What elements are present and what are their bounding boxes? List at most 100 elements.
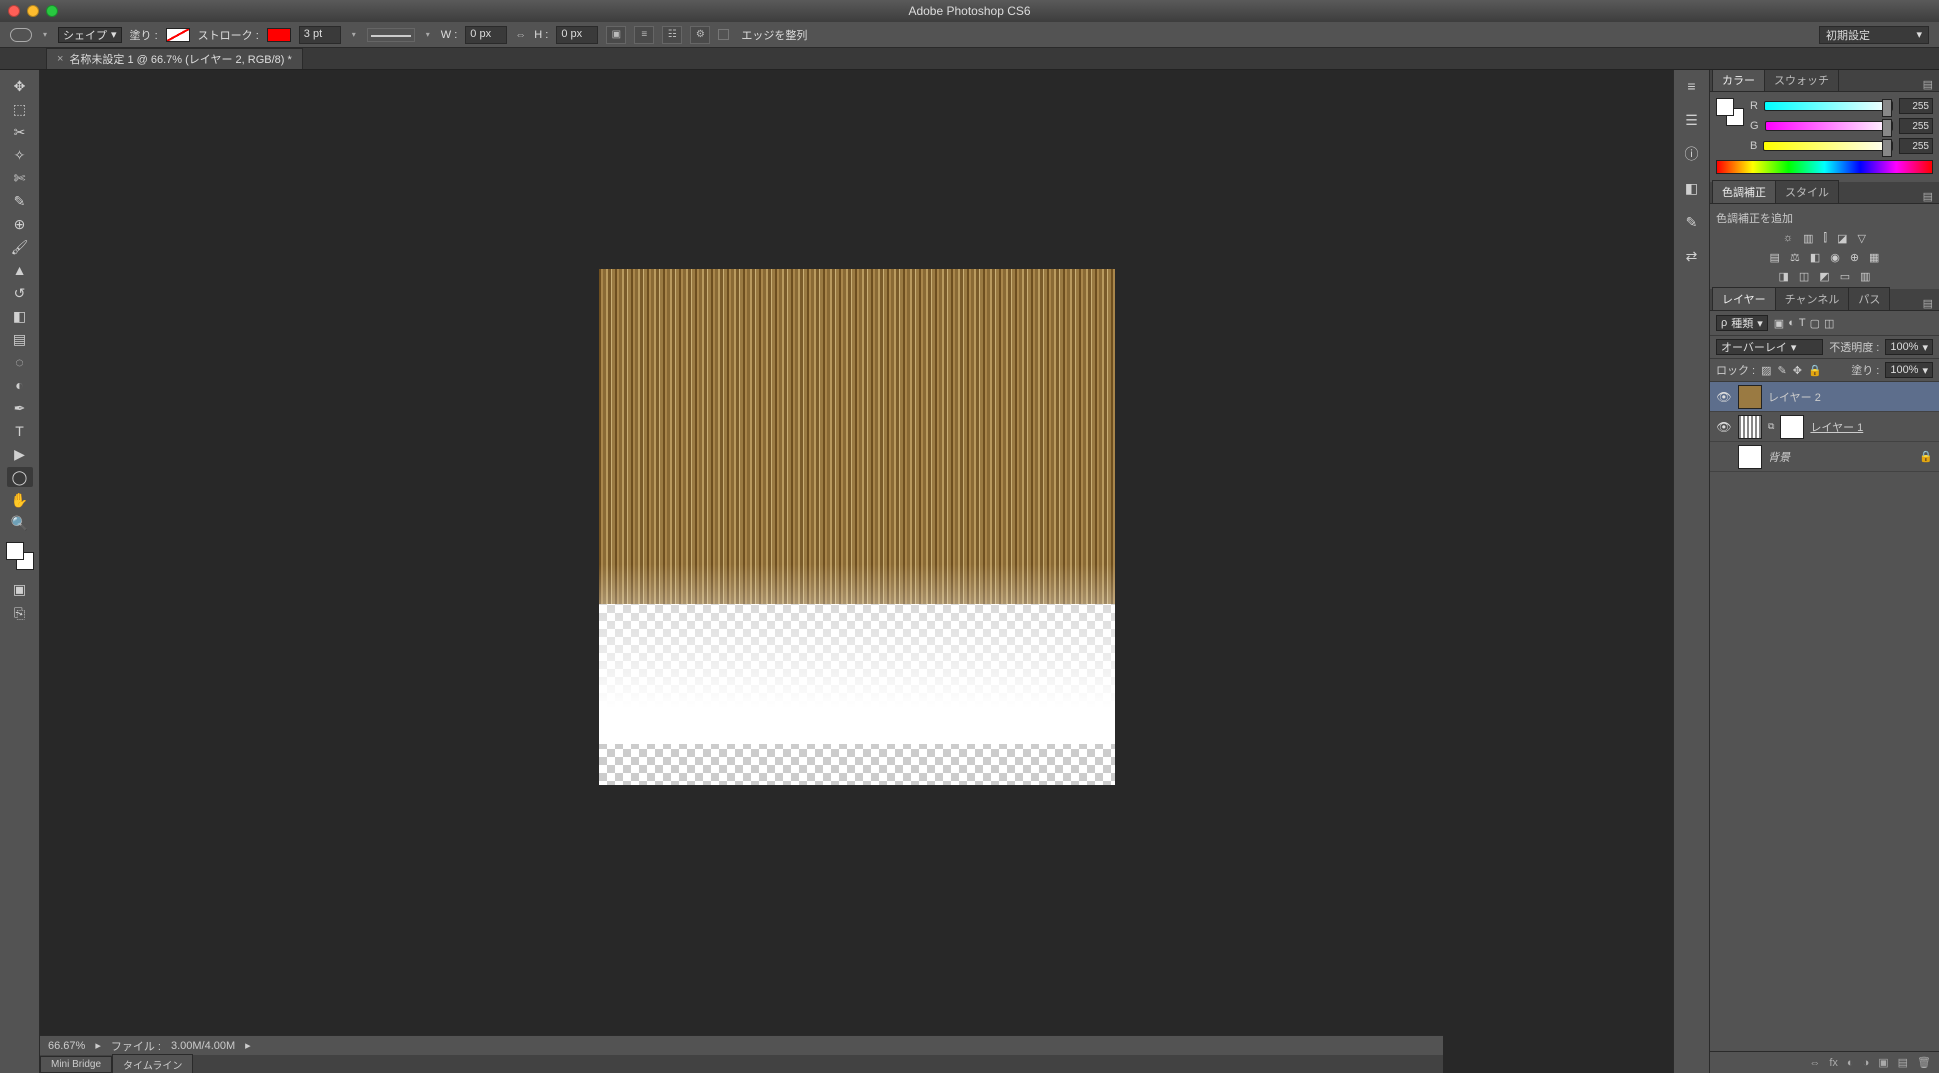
- visibility-icon[interactable]: [1716, 449, 1732, 465]
- hsl-icon[interactable]: ▤: [1770, 251, 1780, 264]
- new-fill-icon[interactable]: ◑: [1863, 1057, 1870, 1069]
- filter-smart-icon[interactable]: ◫: [1824, 317, 1834, 330]
- b-value[interactable]: 255: [1899, 138, 1933, 154]
- healing-brush-tool[interactable]: ⊕: [7, 214, 33, 234]
- lock-transparency-icon[interactable]: ▨: [1761, 364, 1771, 377]
- fg-swatch[interactable]: [1716, 98, 1734, 116]
- layer-filter-kind[interactable]: ρ種類▾: [1716, 315, 1768, 331]
- stroke-style-select[interactable]: [367, 28, 415, 42]
- blur-tool[interactable]: ◌: [7, 352, 33, 372]
- panel-menu-icon[interactable]: ▤: [1917, 297, 1939, 310]
- quick-mask-icon[interactable]: ▣: [7, 579, 33, 599]
- dodge-tool[interactable]: ◐: [7, 375, 33, 395]
- layer-name[interactable]: 背景: [1768, 449, 1790, 465]
- path-select-tool[interactable]: ▶: [7, 444, 33, 464]
- height-input[interactable]: 0 px: [556, 26, 598, 44]
- blend-mode-select[interactable]: オーバーレイ▾: [1716, 339, 1823, 355]
- visibility-icon[interactable]: 👁: [1716, 389, 1732, 405]
- filter-adjust-icon[interactable]: ◐: [1788, 317, 1795, 329]
- layer-thumb[interactable]: [1738, 445, 1762, 469]
- color-ramp[interactable]: [1716, 160, 1933, 174]
- opacity-input[interactable]: 100%▾: [1885, 339, 1933, 355]
- zoom-window-icon[interactable]: [46, 5, 58, 17]
- workspace-select[interactable]: 初期設定▾: [1819, 26, 1929, 44]
- magic-wand-tool[interactable]: ✧: [7, 145, 33, 165]
- stroke-swatch[interactable]: [267, 28, 291, 42]
- close-tab-icon[interactable]: ×: [57, 53, 63, 65]
- adjustments-tab[interactable]: 色調補正: [1712, 180, 1776, 203]
- color-picker[interactable]: [6, 542, 34, 570]
- filter-type-icon[interactable]: T: [1799, 317, 1806, 329]
- stroke-width-input[interactable]: 3 pt: [299, 26, 341, 44]
- r-slider[interactable]: [1764, 101, 1893, 111]
- photo-filter-icon[interactable]: ◉: [1830, 251, 1840, 264]
- align-edges-checkbox[interactable]: [718, 29, 729, 40]
- swatches-tab[interactable]: スウォッチ: [1764, 70, 1839, 91]
- brightness-icon[interactable]: ☼: [1783, 232, 1793, 245]
- shape-mode-select[interactable]: シェイプ▾: [58, 27, 122, 43]
- hand-tool[interactable]: ✋: [7, 490, 33, 510]
- screen-mode-icon[interactable]: ⎘: [7, 603, 33, 623]
- filter-shape-icon[interactable]: ▢: [1810, 317, 1820, 330]
- ellipse-tool-icon[interactable]: [10, 28, 32, 42]
- invert-icon[interactable]: ◨: [1778, 270, 1788, 283]
- zoom-value[interactable]: 66.67%: [48, 1040, 85, 1052]
- threshold-icon[interactable]: ◩: [1819, 270, 1829, 283]
- gear-icon[interactable]: ⚙: [690, 26, 710, 44]
- layer-row[interactable]: 👁 ⧉ レイヤー 1: [1710, 412, 1939, 442]
- actions-panel-icon[interactable]: ☰: [1679, 110, 1705, 130]
- path-ops-button[interactable]: ▣: [606, 26, 626, 44]
- mask-icon[interactable]: ◐: [1847, 1057, 1854, 1069]
- tool-preset-dropdown-icon[interactable]: ▾: [40, 30, 50, 40]
- link-layers-icon[interactable]: ⇔: [1809, 1057, 1820, 1069]
- width-input[interactable]: 0 px: [465, 26, 507, 44]
- properties-panel-icon[interactable]: ⓘ: [1679, 144, 1705, 164]
- new-group-icon[interactable]: ▣: [1878, 1056, 1888, 1069]
- lock-pixels-icon[interactable]: ✎: [1778, 364, 1787, 377]
- layer-row[interactable]: 背景 🔒: [1710, 442, 1939, 472]
- marquee-tool[interactable]: ⬚: [7, 99, 33, 119]
- g-slider[interactable]: [1765, 121, 1893, 131]
- fill-swatch[interactable]: [166, 28, 190, 42]
- ellipse-shape-tool[interactable]: ◯: [7, 467, 33, 487]
- panel-menu-icon[interactable]: ▤: [1917, 190, 1939, 203]
- vibrance-icon[interactable]: ▽: [1857, 232, 1865, 245]
- timeline-tab[interactable]: タイムライン: [112, 1054, 193, 1073]
- new-layer-icon[interactable]: ▤: [1898, 1056, 1908, 1069]
- visibility-icon[interactable]: 👁: [1716, 419, 1732, 435]
- document-canvas[interactable]: [599, 269, 1115, 785]
- document-tab[interactable]: × 名称未設定 1 @ 66.7% (レイヤー 2, RGB/8) *: [46, 48, 303, 69]
- history-brush-tool[interactable]: ↺: [7, 283, 33, 303]
- layer-thumb[interactable]: [1738, 415, 1762, 439]
- brush-panel-icon[interactable]: ✎: [1679, 212, 1705, 232]
- stroke-width-dropdown-icon[interactable]: ▾: [349, 30, 359, 40]
- styles-tab[interactable]: スタイル: [1775, 180, 1839, 203]
- clone-stamp-tool[interactable]: ▲: [7, 260, 33, 280]
- minimize-window-icon[interactable]: [27, 5, 39, 17]
- eyedropper-tool[interactable]: ✎: [7, 191, 33, 211]
- fill-opacity-input[interactable]: 100%▾: [1885, 362, 1933, 378]
- b-slider[interactable]: [1763, 141, 1893, 151]
- path-arrange-button[interactable]: ☷: [662, 26, 682, 44]
- move-tool[interactable]: ✥: [7, 76, 33, 96]
- stroke-style-dropdown-icon[interactable]: ▾: [423, 30, 433, 40]
- close-window-icon[interactable]: [8, 5, 20, 17]
- channel-mixer-icon[interactable]: ⊕: [1850, 251, 1859, 264]
- brush-tool[interactable]: 🖌: [7, 237, 33, 257]
- layer-name[interactable]: レイヤー 2: [1768, 389, 1821, 405]
- color-tab[interactable]: カラー: [1712, 70, 1765, 91]
- mask-link-icon[interactable]: ⧉: [1768, 421, 1774, 432]
- path-align-button[interactable]: ≡: [634, 26, 654, 44]
- color-lookup-icon[interactable]: ▦: [1869, 251, 1879, 264]
- type-tool[interactable]: T: [7, 421, 33, 441]
- selective-color-icon[interactable]: ▥: [1860, 270, 1870, 283]
- eraser-tool[interactable]: ◧: [7, 306, 33, 326]
- gradient-map-icon[interactable]: ▭: [1840, 270, 1850, 283]
- filter-pixel-icon[interactable]: ▣: [1774, 317, 1784, 330]
- pen-tool[interactable]: ✒: [7, 398, 33, 418]
- exposure-icon[interactable]: ◪: [1837, 232, 1847, 245]
- gradient-tool[interactable]: ▤: [7, 329, 33, 349]
- bw-icon[interactable]: ◧: [1810, 251, 1820, 264]
- brush-presets-icon[interactable]: ⇄: [1679, 246, 1705, 266]
- trash-icon[interactable]: 🗑: [1917, 1056, 1931, 1069]
